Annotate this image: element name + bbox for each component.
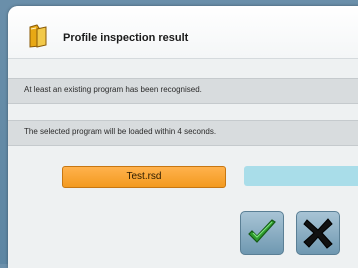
message-loading: The selected program will be loaded with…: [24, 127, 217, 136]
message-recognised: At least an existing program has been re…: [24, 85, 202, 94]
dialog-titlebar: Profile inspection result: [8, 6, 358, 59]
dialog-title: Profile inspection result: [63, 32, 189, 44]
cross-icon: [303, 218, 333, 249]
checkmark-icon: [248, 219, 276, 243]
cancel-button[interactable]: [296, 211, 340, 255]
message-band-1: At least an existing program has been re…: [8, 78, 358, 104]
loading-progress-bar: [244, 166, 358, 186]
confirm-button[interactable]: [240, 211, 284, 255]
test-program-button[interactable]: Test.rsd: [62, 166, 226, 188]
folder-icon: [28, 24, 50, 48]
inspection-dialog: Profile inspection result At least an ex…: [8, 6, 358, 268]
message-band-2: The selected program will be loaded with…: [8, 120, 358, 146]
